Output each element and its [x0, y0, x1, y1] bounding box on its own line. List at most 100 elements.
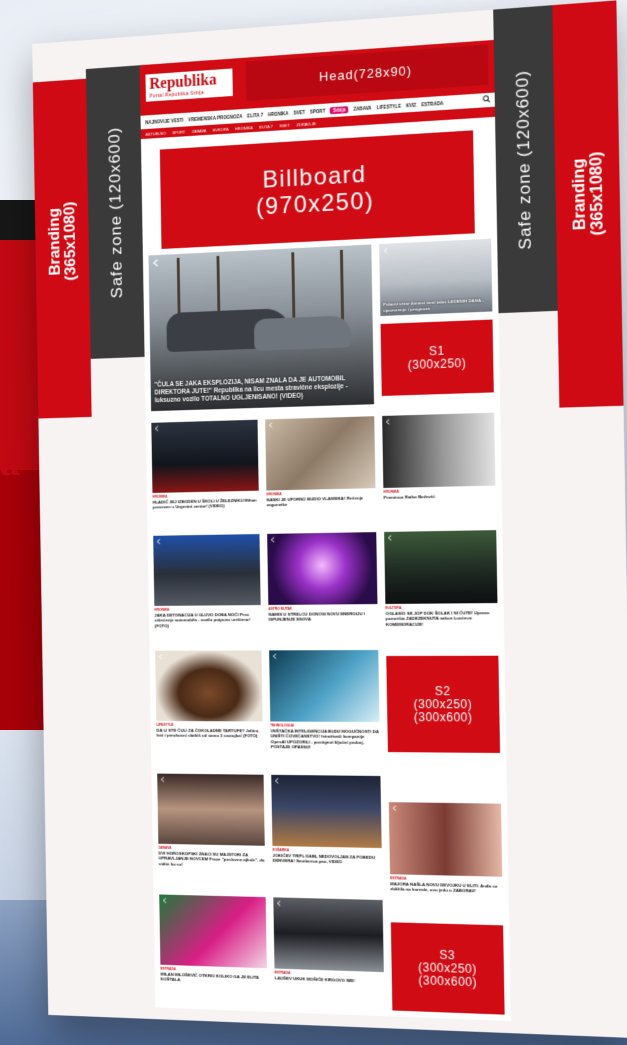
article-card[interactable]: ESTRADA MILAN MILOŠEVIĆ OTKRIO KOLIKO GA… — [159, 894, 267, 985]
article-image — [155, 650, 263, 722]
s2-ad-slot: S2 (300x250) (300x600) — [386, 655, 501, 754]
article-image — [157, 773, 265, 846]
safe-zone-left: Safe zone (120x600) — [85, 65, 145, 359]
article-title: MILAN MILOŠEVIĆ OTKRIO KOLIKO GA JE ELIT… — [160, 971, 259, 983]
article-category: HRONIKA — [154, 607, 170, 612]
nav-item[interactable]: HRONIKA — [268, 111, 289, 117]
article-card[interactable]: LIFESTYLE DA LI STE ČULI ZA ČOKOLADNE TA… — [155, 650, 263, 739]
share-icon[interactable] — [385, 418, 391, 425]
article-card[interactable]: KOŠARKA JOKIĆEV TRIPL DABL NEDOVOLJAN ZA… — [271, 774, 382, 866]
car-image — [253, 315, 352, 351]
subnav-item[interactable]: EVROPA — [213, 126, 229, 132]
article-title: Preminuo Ratko Božović — [383, 493, 435, 500]
subnav-item[interactable]: ZABAVA — [192, 128, 206, 134]
article-card[interactable]: HRONIKA HLADIĆ JEJ IZBODEN U ŠKOLI U ŽEL… — [151, 419, 259, 511]
s1-ad-label: S1 (300x250) — [407, 343, 467, 373]
ad-layout-mockup: Branding (365x1080) Safe zone (120x600) … — [32, 0, 627, 1039]
article-image — [382, 412, 496, 488]
share-icon[interactable] — [383, 247, 389, 254]
article-image — [271, 774, 382, 849]
side-article[interactable]: Polarni vetar donosi novi talas LEDENIH … — [379, 238, 493, 317]
safe-zone-right-label: Safe zone (120x600) — [512, 69, 536, 250]
article-card[interactable]: ASTRO KUTAK NAMIS U STRELCU DONOSI NOVU … — [267, 532, 378, 622]
article-image — [384, 530, 498, 604]
billboard-ad-slot: Billboard (970x250) — [159, 130, 475, 249]
safe-zone-left-label: Safe zone (120x600) — [105, 126, 126, 299]
website-frame: Republika Portal Republika Srbija Head(7… — [139, 39, 511, 1021]
tree-shape — [291, 252, 296, 322]
billboard-label: Billboard (970x250) — [255, 160, 375, 221]
s3-ad-label: S3 (300x250) (300x600) — [418, 947, 478, 989]
search-icon[interactable] — [483, 95, 491, 104]
nav-item[interactable]: SVET — [293, 109, 305, 115]
article-title: HLADIĆ JEJ IZBODEN U ŠKOLI U ŽELEZNIKU M… — [152, 497, 257, 510]
share-icon[interactable] — [156, 539, 162, 545]
subnav-item[interactable]: ELITA 7 — [259, 123, 272, 129]
share-icon[interactable] — [276, 900, 282, 906]
share-icon[interactable] — [270, 537, 276, 543]
article-image — [159, 894, 267, 969]
article-image — [269, 650, 380, 723]
branding-right-zone: Branding (365x1080) — [552, 0, 624, 408]
article-card[interactable]: KULTURA OGLASIO SE JOP DOK ŠOLAK I NI ĆU… — [384, 530, 498, 627]
share-icon[interactable] — [158, 654, 164, 660]
share-icon[interactable] — [392, 805, 398, 811]
article-title: NASKI JE UPORNO BUDIO VLASNIKA! Rešenje … — [266, 495, 364, 508]
share-icon[interactable] — [274, 778, 280, 784]
nav-item[interactable]: NAJNOVIJE VESTI — [145, 117, 183, 124]
subnav-item[interactable]: HRONIKA — [235, 125, 253, 131]
hero-headline: "ČULA SE JAKA EKSPLOZIJA, NISAM ZNALA DA… — [154, 375, 348, 405]
subnav-item[interactable]: AKTUELNO — [145, 130, 165, 136]
article-image — [265, 416, 376, 491]
nav-item[interactable]: SPORT — [310, 108, 325, 114]
article-title: DA LI STE ČULI ZA ČOKOLADNE TARTUFE? Jef… — [156, 727, 260, 739]
subnav-item[interactable]: SPORT — [172, 129, 185, 135]
article-category: KULTURA — [385, 605, 402, 610]
branding-left-label: Branding (365x1080) — [46, 201, 80, 281]
share-icon[interactable] — [154, 426, 160, 432]
nav-item[interactable]: VREMENSKA PROGNOZA — [188, 114, 242, 122]
article-card[interactable]: HRONIKA JAKA DETONACIJA U GLUVO DOBA NOĆ… — [153, 534, 261, 629]
share-icon[interactable] — [162, 897, 168, 903]
article-category: LIFESTYLE — [156, 722, 174, 727]
article-category: TEHNOLOGIJA — [270, 723, 295, 728]
hero-article[interactable]: "ČULA SE JAKA EKSPLOZIJA, NISAM ZNALA DA… — [148, 244, 375, 412]
branding-left-zone: Branding (365x1080) — [32, 78, 92, 419]
article-title: MAJORA NAŠLA NOVU DEVOJKU U ELITI. Anđa … — [390, 881, 498, 894]
article-card[interactable]: HRONIKA NASKI JE UPORNO BUDIO VLASNIKA! … — [265, 416, 376, 508]
article-card[interactable]: HRONIKA Preminuo Ratko Božović — [382, 412, 496, 501]
tree-shape — [339, 249, 345, 320]
nav-item[interactable]: KVIZ — [406, 102, 416, 108]
background-letter: a — [0, 445, 21, 483]
article-image — [273, 897, 384, 973]
nav-item[interactable]: LIFESTYLE — [376, 103, 401, 110]
s2-ad-label: S2 (300x250) (300x600) — [413, 683, 473, 724]
share-icon[interactable] — [387, 534, 393, 541]
article-title: VEŠTAČKA INTELIGENCIJA BUDU MOGUĆNOSTI D… — [270, 728, 379, 750]
article-image — [153, 534, 261, 606]
article-image — [267, 532, 378, 605]
nav-item-highlight[interactable]: Srbija — [330, 105, 349, 114]
share-icon[interactable] — [268, 422, 274, 428]
article-title: OGLASIO SE JOP DOK ŠOLAK I NI ĆUTE! Upra… — [385, 610, 490, 627]
nav-item[interactable]: ESTRADA — [421, 100, 443, 106]
s3-ad-slot: S3 (300x250) (300x600) — [390, 922, 505, 1015]
nav-item[interactable]: ELITA 7 — [247, 112, 263, 118]
side-article-headline: Polarni vetar donosi novi talas LEDENIH … — [383, 297, 484, 313]
article-title: JAKA DETONACIJA U GLUVO DOBA NOĆI Prvo o… — [154, 612, 251, 629]
share-icon[interactable] — [152, 259, 160, 267]
subnav-item[interactable]: ZDRAVLJE — [296, 121, 316, 127]
article-card[interactable]: ZABAVA DVI HOROSKOPSKI ZNACI SU MAJSTORI… — [157, 773, 265, 869]
share-icon[interactable] — [160, 777, 166, 783]
site-logo[interactable]: Republika Portal Republika Srbija — [145, 68, 233, 102]
article-card[interactable]: ESTRADA LAUŠEV UKUK MOŠIĆE KIRGOVO IME! — [273, 897, 384, 984]
subnav-item[interactable]: SVET — [279, 122, 289, 128]
share-icon[interactable] — [272, 653, 278, 659]
head-ad-slot: Head(728x90) — [245, 44, 489, 101]
article-title: DVI HOROSKOPSKI ZNACI SU MAJSTORI ZA UPR… — [158, 850, 265, 867]
nav-item[interactable]: ZABAVA — [353, 105, 371, 111]
safe-zone-right: Safe zone (120x600) — [493, 5, 558, 314]
article-card[interactable]: TEHNOLOGIJA VEŠTAČKA INTELIGENCIJA BUDU … — [269, 650, 380, 751]
article-title: NAMIS U STRELCU DONOSI NOVU ENERGIJU I I… — [268, 611, 365, 623]
article-card[interactable]: ESTRADA MAJORA NAŠLA NOVU DEVOJKU U ELIT… — [388, 802, 503, 895]
